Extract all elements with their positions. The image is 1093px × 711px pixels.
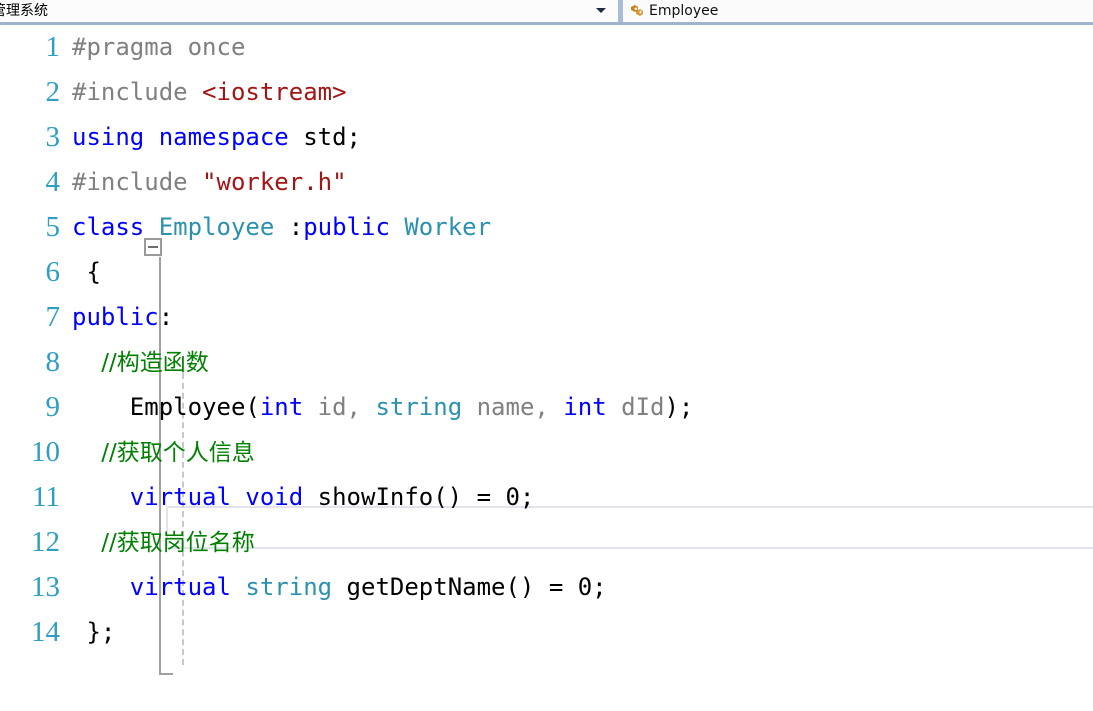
- code-text[interactable]: //构造函数: [72, 340, 1093, 386]
- code-token: {: [72, 258, 101, 286]
- code-token: public: [72, 303, 159, 331]
- line-number: 14: [31, 616, 60, 648]
- line-number: 10: [31, 436, 60, 468]
- code-token: //获取岗位名称: [72, 529, 255, 556]
- code-token: int: [259, 393, 304, 421]
- code-token: virtual void: [72, 483, 318, 511]
- line-number: 9: [45, 391, 61, 423]
- code-token: id,: [303, 393, 376, 421]
- code-text[interactable]: //获取个人信息: [72, 430, 1093, 476]
- code-line[interactable]: 7 public:: [0, 295, 1093, 340]
- code-editor[interactable]: 1 #pragma once 2 #include <iostream> 3 using …: [0, 25, 1093, 711]
- code-line[interactable]: 10 //获取个人信息: [0, 430, 1093, 475]
- code-lines[interactable]: 1 #pragma once 2 #include <iostream> 3 using …: [0, 25, 1093, 711]
- line-number: 1: [45, 31, 61, 63]
- code-line[interactable]: 1 #pragma once: [0, 25, 1093, 70]
- line-number: 7: [45, 301, 61, 333]
- line-number: 13: [31, 571, 60, 603]
- code-text[interactable]: Employee(int id, string name, int dId);: [72, 385, 1093, 430]
- code-text[interactable]: public:: [72, 295, 1093, 340]
- code-token: Employee: [158, 213, 275, 241]
- code-text[interactable]: {: [72, 250, 1093, 295]
- code-token: "worker.h": [202, 168, 347, 196]
- code-token: };: [72, 618, 116, 646]
- navigation-dropdown-value: 管理系统: [0, 3, 48, 19]
- code-line[interactable]: 4 #include "worker.h": [0, 160, 1093, 205]
- code-token: Worker: [404, 213, 492, 241]
- code-text[interactable]: virtual string getDeptName() = 0;: [72, 565, 1093, 610]
- code-token: string: [375, 393, 463, 421]
- code-token: //获取个人信息: [72, 439, 255, 466]
- code-token: std;: [303, 123, 361, 151]
- code-line[interactable]: 11 virtual void showInfo() = 0;: [0, 475, 1093, 520]
- code-token: showInfo() = 0;: [317, 483, 535, 511]
- code-line[interactable]: 6 {: [0, 250, 1093, 295]
- line-number: 11: [32, 481, 60, 513]
- tab-label: Employee: [649, 3, 719, 19]
- code-text[interactable]: #include <iostream>: [72, 70, 1093, 115]
- code-token: );: [664, 393, 694, 421]
- code-token: Employee(: [72, 393, 260, 421]
- code-text[interactable]: //获取岗位名称: [72, 520, 1093, 566]
- code-token: getDeptName() = 0;: [332, 573, 607, 601]
- code-text[interactable]: using namespace std;: [72, 115, 1093, 160]
- code-token: using namespace: [72, 123, 304, 151]
- navigation-dropdown[interactable]: 管理系统: [0, 0, 618, 22]
- code-token: string: [245, 573, 333, 601]
- code-line[interactable]: 13 virtual string getDeptName() = 0;: [0, 565, 1093, 610]
- code-token: class: [72, 213, 159, 241]
- code-token: //构造函数: [72, 349, 209, 376]
- code-line[interactable]: 5 class Employee :public Worker: [0, 205, 1093, 250]
- code-token: #include: [72, 78, 203, 106]
- code-token: #include: [72, 168, 203, 196]
- code-text[interactable]: #pragma once: [72, 25, 1093, 70]
- code-text[interactable]: };: [72, 610, 1093, 655]
- code-token: :: [274, 213, 304, 241]
- line-number: 8: [45, 346, 61, 378]
- code-text[interactable]: virtual void showInfo() = 0;: [72, 475, 1093, 520]
- line-number: 6: [45, 256, 61, 288]
- line-number: 5: [45, 211, 61, 243]
- line-number: 2: [45, 76, 61, 108]
- code-token: name,: [462, 393, 564, 421]
- tab-employee[interactable]: Employee: [623, 0, 1093, 22]
- code-line[interactable]: 3 using namespace std;: [0, 115, 1093, 160]
- code-token: dId: [606, 393, 665, 421]
- scope-guide-foot: [159, 673, 173, 675]
- code-line[interactable]: 14 };: [0, 610, 1093, 655]
- code-token: public: [303, 213, 405, 241]
- code-token: <iostream>: [202, 78, 347, 106]
- code-token: :: [158, 303, 174, 331]
- code-line[interactable]: 9 Employee(int id, string name, int dId)…: [0, 385, 1093, 430]
- code-text[interactable]: #include "worker.h": [72, 160, 1093, 205]
- code-line[interactable]: 12 //获取岗位名称: [0, 520, 1093, 565]
- code-line[interactable]: 8 //构造函数: [0, 340, 1093, 385]
- code-text[interactable]: class Employee :public Worker: [72, 205, 1093, 250]
- cpp-header-file-icon: [629, 3, 645, 19]
- editor-top-bar: 管理系统 Employee: [0, 0, 1093, 22]
- line-number: 4: [45, 166, 61, 198]
- chevron-down-icon[interactable]: [596, 8, 606, 13]
- code-token: #pragma once: [72, 33, 246, 61]
- line-number: 3: [45, 121, 61, 153]
- code-line[interactable]: 2 #include <iostream>: [0, 70, 1093, 115]
- code-token: int: [563, 393, 607, 421]
- code-token: virtual: [72, 573, 246, 601]
- line-number: 12: [31, 526, 60, 558]
